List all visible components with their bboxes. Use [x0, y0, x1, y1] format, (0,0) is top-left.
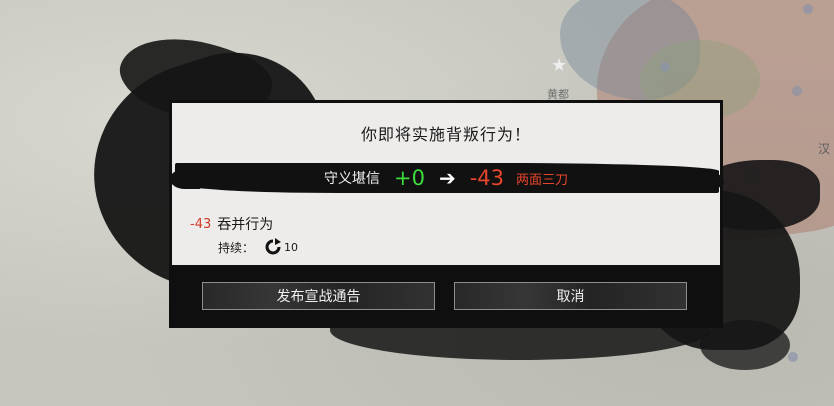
- stat-change-row: 守义堪信 +0 ➔ -43 两面三刀: [172, 164, 720, 192]
- duration-row: 持续： 10: [218, 238, 298, 256]
- modifier-row: -43 吞并行为: [190, 214, 273, 234]
- arrow-right-icon: ➔: [438, 166, 456, 190]
- duration-value: 10: [284, 240, 299, 254]
- stat-tier-label: 两面三刀: [516, 172, 569, 188]
- modifier-value: -43: [190, 216, 212, 232]
- declare-war-button[interactable]: 发布宣战通告: [202, 282, 435, 310]
- map-city-marker[interactable]: [792, 86, 802, 96]
- stat-label: 守义堪信: [323, 171, 380, 187]
- duration-label: 持续：: [218, 240, 255, 255]
- map-city-marker[interactable]: [803, 4, 813, 14]
- map-city-marker[interactable]: [660, 62, 670, 72]
- map-edge-label: 汉: [818, 142, 831, 156]
- map-city-marker[interactable]: [788, 352, 798, 362]
- star-icon[interactable]: ★: [551, 57, 567, 75]
- stat-to-value: -43: [469, 166, 505, 190]
- stat-from-value: +0: [393, 166, 425, 190]
- dialog-panel: 你即将实施背叛行为！ 守义堪信 +0 ➔ -43 两面三刀 -43 吞并行为 持…: [170, 103, 724, 265]
- game-scene: ★ 黄都 汉 你即将实施背叛行为！ 守义堪信 +0 ➔ -43 两面三刀 -43…: [0, 0, 834, 406]
- cancel-button[interactable]: 取消: [454, 282, 687, 310]
- cycle-turns-icon: [264, 238, 282, 256]
- betrayal-dialog: 你即将实施背叛行为！ 守义堪信 +0 ➔ -43 两面三刀 -43 吞并行为 持…: [169, 100, 724, 328]
- dialog-title: 你即将实施背叛行为！: [360, 125, 531, 144]
- modifier-label: 吞并行为: [217, 217, 274, 233]
